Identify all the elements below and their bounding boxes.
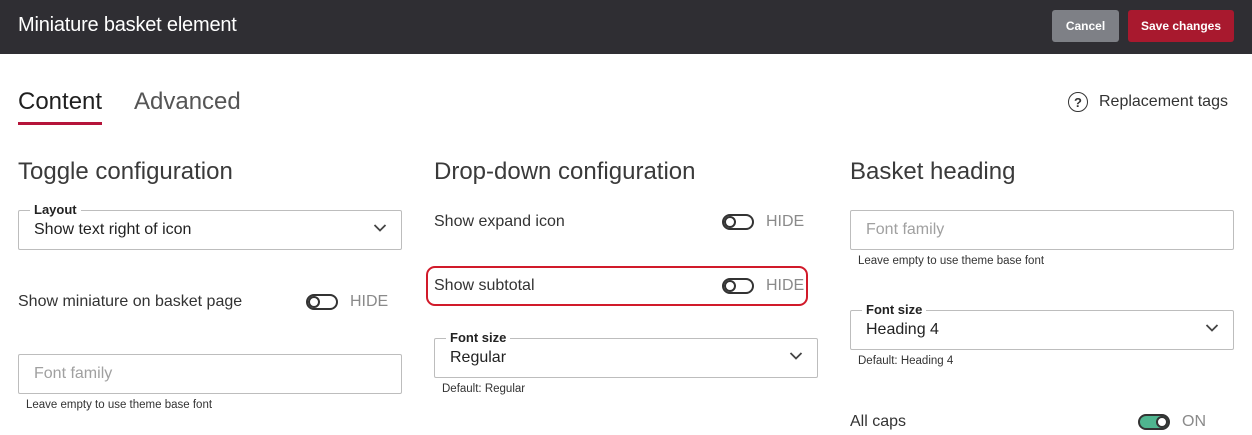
all-caps-label: All caps	[850, 413, 907, 430]
window-title: Miniature basket element	[18, 14, 237, 36]
top-bar: Miniature basket element Cancel Save cha…	[0, 0, 1252, 54]
show-miniature-label: Show miniature on basket page	[18, 293, 243, 310]
font-size-hint: Default: Regular	[442, 383, 526, 395]
basket-font-size-value: Heading 4	[866, 321, 939, 338]
dropdown-configuration-heading: Drop-down configuration	[434, 158, 696, 185]
cancel-button[interactable]: Cancel	[1052, 10, 1119, 42]
replacement-tags-link[interactable]: ? Replacement tags	[1068, 90, 1228, 114]
chevron-down-icon	[373, 224, 387, 232]
show-miniature-state: HIDE	[350, 293, 389, 310]
show-subtotal-toggle[interactable]	[722, 278, 754, 294]
show-expand-icon-state: HIDE	[766, 213, 805, 230]
show-subtotal-label: Show subtotal	[434, 277, 535, 294]
all-caps-toggle[interactable]	[1138, 414, 1170, 430]
tab-content[interactable]: Content	[18, 88, 102, 116]
show-subtotal-state: HIDE	[766, 277, 805, 294]
basket-font-family-hint: Leave empty to use theme base font	[858, 255, 1045, 267]
basket-font-family-field[interactable]	[850, 210, 1234, 250]
font-family-input[interactable]	[19, 355, 401, 393]
active-tab-indicator	[18, 122, 102, 125]
basket-heading-heading: Basket heading	[850, 158, 1016, 185]
layout-value: Show text right of icon	[34, 221, 192, 238]
toggle-knob	[1156, 416, 1168, 428]
basket-font-size-hint: Default: Heading 4	[858, 355, 954, 367]
layout-select[interactable]: Layout Show text right of icon	[18, 202, 402, 250]
chevron-down-icon	[789, 352, 803, 360]
tab-advanced[interactable]: Advanced	[134, 88, 241, 116]
show-expand-icon-label: Show expand icon	[434, 213, 565, 230]
all-caps-state: ON	[1182, 413, 1206, 430]
toggle-knob	[308, 296, 320, 308]
basket-font-size-select[interactable]: Font size Heading 4	[850, 302, 1234, 350]
toggle-knob	[724, 280, 736, 292]
basket-font-size-label: Font size	[862, 302, 927, 317]
show-expand-icon-toggle[interactable]	[722, 214, 754, 230]
replacement-tags-label: Replacement tags	[1099, 93, 1228, 110]
layout-label: Layout	[30, 202, 81, 217]
font-family-hint: Leave empty to use theme base font	[26, 399, 213, 411]
basket-font-family-input[interactable]	[851, 211, 1233, 249]
font-size-value: Regular	[450, 349, 507, 366]
show-miniature-toggle[interactable]	[306, 294, 338, 310]
save-changes-button[interactable]: Save changes	[1128, 10, 1234, 42]
chevron-down-icon	[1205, 324, 1219, 332]
font-size-label: Font size	[446, 330, 511, 345]
dropdown-font-size-select[interactable]: Font size Regular	[434, 330, 818, 378]
question-circle-icon: ?	[1068, 92, 1088, 112]
toggle-configuration-heading: Toggle configuration	[18, 158, 233, 185]
toggle-knob	[724, 216, 736, 228]
font-family-field[interactable]	[18, 354, 402, 394]
